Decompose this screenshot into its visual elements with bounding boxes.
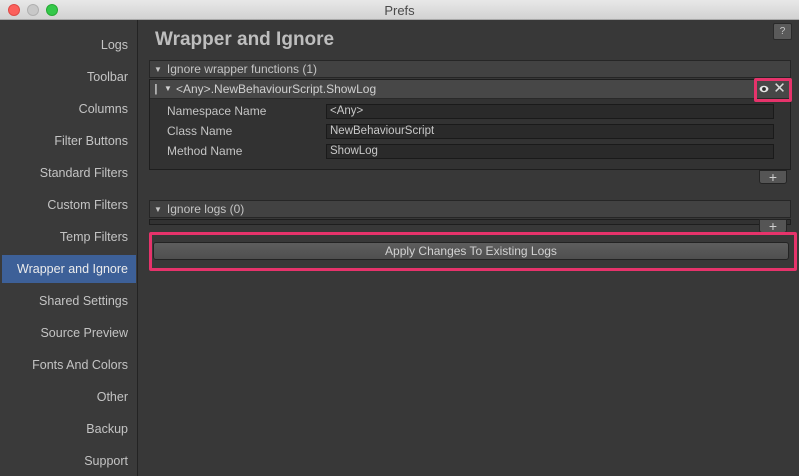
ignore-logs-header: Ignore logs (0): [166, 202, 245, 216]
sidebar-item-standard-filters[interactable]: Standard Filters: [2, 159, 136, 187]
namespace-name-label: Namespace Name: [167, 104, 267, 118]
drag-handle-icon[interactable]: ||: [154, 80, 157, 98]
sidebar-item-fonts-and-colors[interactable]: Fonts And Colors: [2, 351, 136, 379]
class-name-label: Class Name: [167, 124, 233, 138]
help-button[interactable]: ?: [773, 23, 792, 40]
window-title: Prefs: [384, 3, 415, 18]
apply-changes-button[interactable]: Apply Changes To Existing Logs: [153, 242, 789, 260]
foldout-arrow-icon: ▼: [154, 205, 162, 214]
eye-icon[interactable]: [758, 82, 770, 96]
add-wrapper-button[interactable]: +: [759, 170, 787, 184]
method-name-field[interactable]: ShowLog: [326, 144, 774, 159]
ignore-logs-list-panel: [149, 219, 791, 225]
sidebar-item-support[interactable]: Support: [2, 447, 136, 475]
sidebar-item-other[interactable]: Other: [2, 383, 136, 411]
ignore-wrapper-header: Ignore wrapper functions (1): [166, 62, 317, 76]
wrapper-entry-label: <Any>.NewBehaviourScript.ShowLog: [176, 82, 377, 96]
window-titlebar: Prefs: [0, 0, 799, 20]
sidebar: Logs Toolbar Columns Filter Buttons Stan…: [0, 20, 138, 476]
method-name-label: Method Name: [167, 144, 243, 158]
sidebar-item-shared-settings[interactable]: Shared Settings: [2, 287, 136, 315]
sidebar-item-wrapper-and-ignore[interactable]: Wrapper and Ignore: [2, 255, 136, 283]
sidebar-item-source-preview[interactable]: Source Preview: [2, 319, 136, 347]
class-name-field[interactable]: NewBehaviourScript: [326, 124, 774, 139]
add-ignore-log-button[interactable]: +: [759, 219, 787, 233]
close-icon[interactable]: ✕: [773, 81, 786, 97]
main-content: Wrapper and Ignore ? ▼ Ignore wrapper fun…: [139, 20, 799, 476]
sidebar-item-columns[interactable]: Columns: [2, 95, 136, 123]
foldout-arrow-icon: ▼: [154, 65, 162, 74]
wrapper-entry-header[interactable]: || ▼ <Any>.NewBehaviourScript.ShowLog ✕: [150, 80, 790, 99]
foldout-arrow-icon[interactable]: ▼: [164, 80, 172, 98]
sidebar-item-filter-buttons[interactable]: Filter Buttons: [2, 127, 136, 155]
namespace-name-field[interactable]: <Any>: [326, 104, 774, 119]
sidebar-item-backup[interactable]: Backup: [2, 415, 136, 443]
sidebar-item-toolbar[interactable]: Toolbar: [2, 63, 136, 91]
ignore-wrapper-foldout[interactable]: ▼ Ignore wrapper functions (1): [149, 60, 791, 78]
page-title: Wrapper and Ignore: [155, 29, 335, 50]
sidebar-item-custom-filters[interactable]: Custom Filters: [2, 191, 136, 219]
sidebar-item-logs[interactable]: Logs: [2, 31, 136, 59]
ignore-logs-foldout[interactable]: ▼ Ignore logs (0): [149, 200, 791, 218]
wrapper-list-panel: || ▼ <Any>.NewBehaviourScript.ShowLog ✕ …: [149, 79, 791, 170]
sidebar-item-temp-filters[interactable]: Temp Filters: [2, 223, 136, 251]
